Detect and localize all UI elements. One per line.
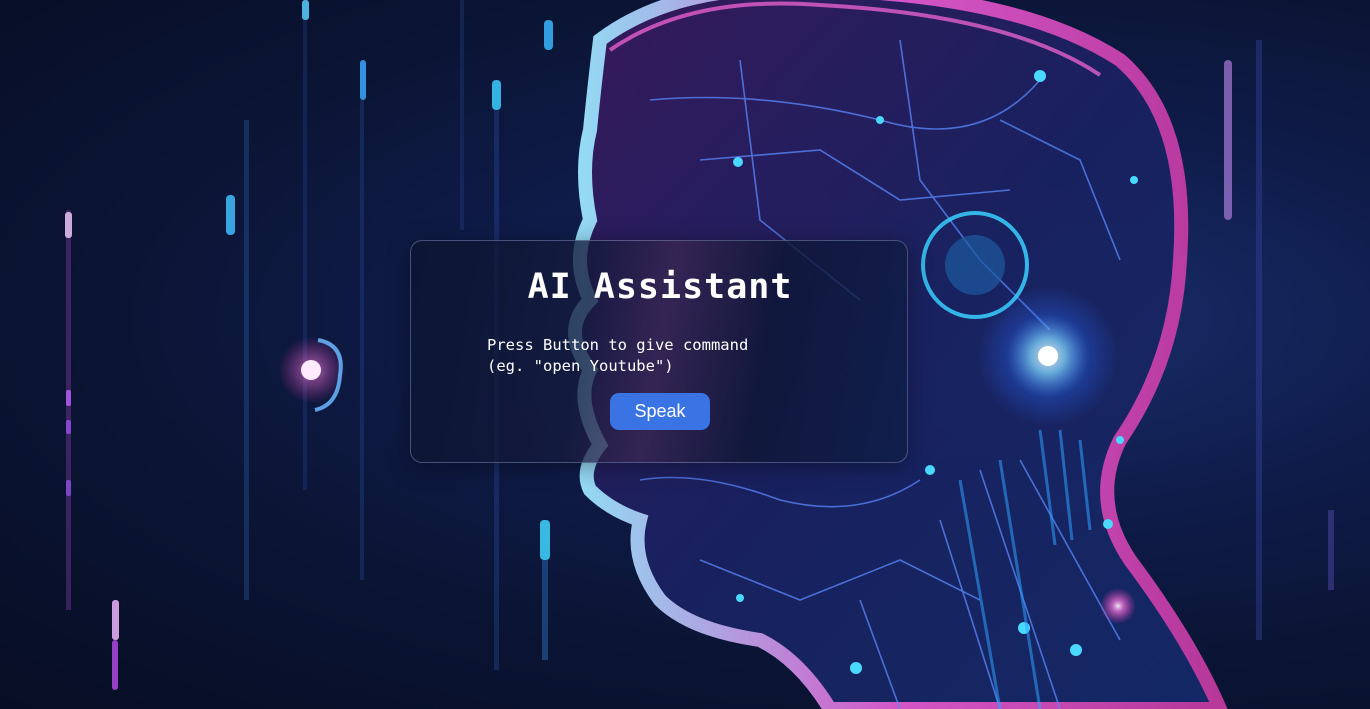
page-title: AI Assistant bbox=[527, 267, 793, 307]
instruction-line-2: (eg. "open Youtube") bbox=[487, 357, 674, 375]
left-glow-ring bbox=[278, 336, 346, 412]
speak-button[interactable]: Speak bbox=[610, 393, 710, 430]
instruction-line-1: Press Button to give command bbox=[487, 336, 749, 354]
instruction-text: Press Button to give command (eg. "open … bbox=[487, 335, 827, 377]
assistant-panel: AI Assistant Press Button to give comman… bbox=[410, 240, 908, 463]
